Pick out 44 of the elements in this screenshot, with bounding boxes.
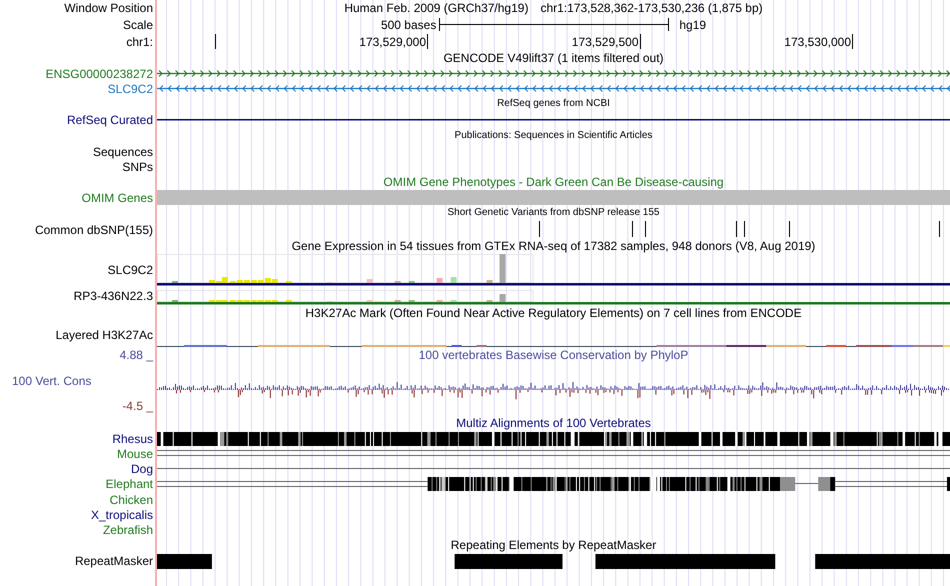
track-label[interactable]: Zebrafish	[102, 522, 153, 536]
tick-mark	[852, 34, 853, 49]
track-title: H3K27Ac Mark (Often Found Near Active Regulatory Elements) on 7 cell lines from ENCODE	[305, 306, 802, 320]
track-label[interactable]: Sequences	[92, 144, 153, 158]
tick-label: 173,530,000	[784, 34, 851, 48]
tick-mark	[215, 34, 216, 49]
track-label[interactable]: Layered H3K27Ac	[56, 328, 153, 342]
tick-label: 173,529,000	[359, 34, 426, 48]
track-label[interactable]: X_tropicalis	[90, 508, 153, 522]
track-title: Multiz Alignments of 100 Vertebrates	[456, 416, 651, 430]
assembly-title: Human Feb. 2009 (GRCh37/hg19)	[344, 1, 528, 15]
track-title: Short Genetic Variants from dbSNP release 155	[448, 207, 660, 219]
track-label[interactable]: Dog	[130, 462, 153, 476]
track-label[interactable]: SLC9C2	[108, 263, 153, 277]
track-label[interactable]: OMIM Genes	[82, 190, 153, 204]
assembly-text: hg19	[679, 18, 706, 32]
axis-label: 4.88 _	[118, 348, 153, 362]
scale-text: 500 bases	[380, 18, 436, 32]
tick-label: 173,529,500	[572, 34, 638, 48]
track-title: OMIM Gene Phenotypes - Dark Green Can Be Disease-causing	[383, 175, 724, 189]
track-label[interactable]: 100 Vert. Cons	[0, 374, 153, 388]
track-label[interactable]: Rhesus	[112, 432, 153, 446]
track-title: GENCODE V49lift37 (1 items filtered out)	[443, 51, 664, 65]
tick-mark	[427, 34, 428, 49]
axis-label: -4.5 _	[121, 399, 153, 413]
track-label[interactable]: Scale	[122, 18, 153, 32]
track-label[interactable]: Window Position	[64, 1, 153, 15]
track-label[interactable]: Chicken	[110, 492, 153, 506]
track-label[interactable]: Elephant	[106, 477, 153, 491]
track-title: RefSeq genes from NCBI	[497, 98, 610, 110]
track-title: Gene Expression in 54 tissues from GTEx RNA-seq of 17382 samples, 948 donors (V8, Aug 2019)	[292, 239, 816, 253]
track-label[interactable]: RefSeq Curated	[66, 113, 153, 127]
track-label[interactable]: chr1:	[126, 34, 153, 48]
track-label[interactable]: Common dbSNP(155)	[34, 222, 153, 236]
track-title: Repeating Elements by RepeatMasker	[450, 538, 656, 552]
track-title: 100 vertebrates Basewise Conservation by PhyloP	[418, 348, 688, 362]
track-label[interactable]: Mouse	[116, 446, 153, 460]
track-title: Publications: Sequences in Scientific Articles	[454, 130, 652, 142]
track-label[interactable]: RP3-436N22.3	[74, 288, 153, 302]
position-text: chr1:173,528,362-173,530,236 (1,875 bp)	[540, 1, 763, 15]
track-label[interactable]: SNPs	[122, 160, 153, 174]
track-label[interactable]: RepeatMasker	[74, 554, 153, 568]
track-label[interactable]: ENSG00000238272	[46, 66, 153, 80]
track-label[interactable]: SLC9C2	[108, 82, 153, 96]
